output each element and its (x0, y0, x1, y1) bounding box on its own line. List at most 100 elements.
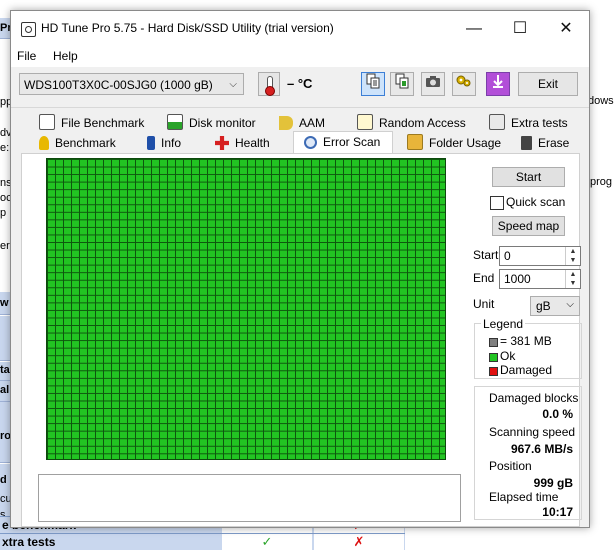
start-field-label: Start (473, 248, 499, 262)
speaker-icon (279, 116, 293, 130)
end-field[interactable]: 1000 ▲ ▼ (499, 269, 581, 289)
save-icon (493, 75, 503, 88)
benchmark-icon (39, 136, 49, 150)
file-benchmark-icon (39, 114, 55, 130)
health-cross-icon (215, 136, 229, 150)
app-icon (21, 22, 36, 37)
bg-fragment: al (0, 384, 10, 396)
scanning-speed-label: Scanning speed (489, 425, 576, 439)
table-cell: xtra tests (0, 534, 222, 550)
options-icon (456, 75, 471, 87)
scan-block-map (46, 158, 446, 460)
menu-help[interactable]: Help (53, 49, 78, 63)
spin-down-icon[interactable]: ▼ (565, 279, 580, 288)
bg-fragment: d (0, 474, 7, 486)
minimize-button[interactable]: — (451, 11, 497, 47)
close-button[interactable]: ✕ (543, 11, 589, 47)
spin-up-icon[interactable]: ▲ (565, 270, 580, 279)
start-field-value: 0 (504, 249, 511, 263)
end-field-value: 1000 (504, 272, 531, 286)
trash-icon (521, 136, 532, 150)
unit-label: Unit (473, 297, 495, 311)
cross-icon: ✗ (314, 534, 404, 550)
tab-label: Error Scan (323, 135, 381, 149)
tab-folder-usage[interactable]: Folder Usage (407, 133, 501, 153)
legend-swatch-damaged (489, 367, 498, 376)
spin-up-icon[interactable]: ▲ (565, 247, 580, 256)
tab-benchmark[interactable]: Benchmark (39, 133, 116, 153)
tab-extra-tests[interactable]: Extra tests (489, 113, 568, 133)
tab-error-scan[interactable]: Error Scan (293, 131, 394, 154)
camera-icon (426, 76, 440, 87)
tab-random-access[interactable]: Random Access (357, 113, 466, 133)
position-label: Position (489, 459, 532, 473)
tab-label: Health (235, 136, 270, 150)
scan-stats-group: Damaged blocks 0.0 % Scanning speed 967.… (474, 386, 582, 520)
legend-group: Legend = 381 MB Ok Damaged (474, 317, 582, 379)
exit-button[interactable]: Exit (518, 72, 578, 96)
folder-icon (407, 134, 423, 150)
tab-aam[interactable]: AAM (279, 113, 325, 133)
damaged-blocks-label: Damaged blocks (489, 391, 579, 405)
thermometer-icon (258, 72, 280, 96)
options-button[interactable] (452, 72, 476, 96)
bg-fragment: w (0, 297, 9, 309)
bg-fragment: dows (588, 95, 614, 107)
tab-label: Info (161, 136, 182, 150)
elapsed-time-label: Elapsed time (489, 490, 559, 504)
legend-swatch-ok (489, 353, 498, 362)
drive-select[interactable]: WDS100T3X0C-00SJG0 (1000 gB) ⌵ (19, 73, 244, 95)
tab-disk-monitor[interactable]: Disk monitor (167, 113, 256, 133)
window-title: HD Tune Pro 5.75 - Hard Disk/SSD Utility… (41, 21, 334, 35)
bg-fragment: e: (0, 142, 10, 154)
tab-label: Disk monitor (189, 116, 256, 130)
unit-select[interactable]: gB ⌵ (530, 296, 580, 316)
tab-label: Folder Usage (429, 136, 502, 150)
scan-log-box[interactable] (38, 474, 461, 522)
legend-title: Legend (481, 317, 526, 331)
unit-select-value: gB (536, 299, 551, 313)
title-bar[interactable]: HD Tune Pro 5.75 - Hard Disk/SSD Utility… (11, 11, 589, 47)
screenshot-button[interactable] (421, 72, 445, 96)
legend-swatch-block (489, 338, 498, 347)
elapsed-time-value: 10:17 (542, 505, 573, 519)
tab-info[interactable]: Info (147, 133, 181, 153)
table-row: xtra tests ✓ ✗ (0, 533, 405, 550)
hdtune-window: HD Tune Pro 5.75 - Hard Disk/SSD Utility… (10, 10, 590, 528)
tab-health[interactable]: Health (215, 133, 270, 153)
chevron-down-icon: ⌵ (229, 79, 237, 90)
legend-ok: Ok (500, 349, 516, 363)
quick-scan-checkbox[interactable] (490, 196, 504, 210)
disk-monitor-icon (167, 114, 183, 130)
tab-label: File Benchmark (61, 116, 145, 130)
start-scan-button[interactable]: Start (492, 167, 565, 187)
quick-scan-label: Quick scan (506, 195, 566, 209)
copy-text-button[interactable] (361, 72, 385, 96)
extra-tests-icon (489, 114, 505, 130)
start-field[interactable]: 0 ▲ ▼ (499, 246, 581, 266)
temperature-readout: – °C (287, 76, 313, 91)
tab-label: AAM (299, 116, 326, 130)
check-icon: ✓ (222, 534, 312, 550)
bg-fragment: ta (0, 364, 10, 376)
damaged-blocks-value: 0.0 % (542, 407, 573, 421)
menu-bar: File Help (11, 47, 589, 67)
tab-label: Benchmark (55, 136, 116, 150)
menu-file[interactable]: File (17, 49, 36, 63)
maximize-button[interactable]: ☐ (497, 11, 543, 47)
tab-erase[interactable]: Erase (521, 133, 569, 153)
tab-file-benchmark[interactable]: File Benchmark (39, 113, 144, 133)
copy-screenshot-icon (395, 73, 409, 89)
tab-label: Random Access (379, 116, 466, 130)
bg-fragment: prog (590, 176, 613, 188)
legend-damaged: Damaged (500, 363, 553, 377)
copy-screenshot-button[interactable] (390, 72, 414, 96)
drive-select-value: WDS100T3X0C-00SJG0 (1000 gB) (24, 78, 213, 92)
spin-down-icon[interactable]: ▼ (565, 256, 580, 265)
bg-fragment: p (0, 207, 7, 219)
save-button[interactable] (486, 72, 510, 96)
speed-map-button[interactable]: Speed map (492, 216, 565, 236)
position-value: 999 gB (533, 476, 573, 490)
copy-text-icon (366, 73, 380, 89)
legend-block-size: = 381 MB (500, 334, 552, 348)
